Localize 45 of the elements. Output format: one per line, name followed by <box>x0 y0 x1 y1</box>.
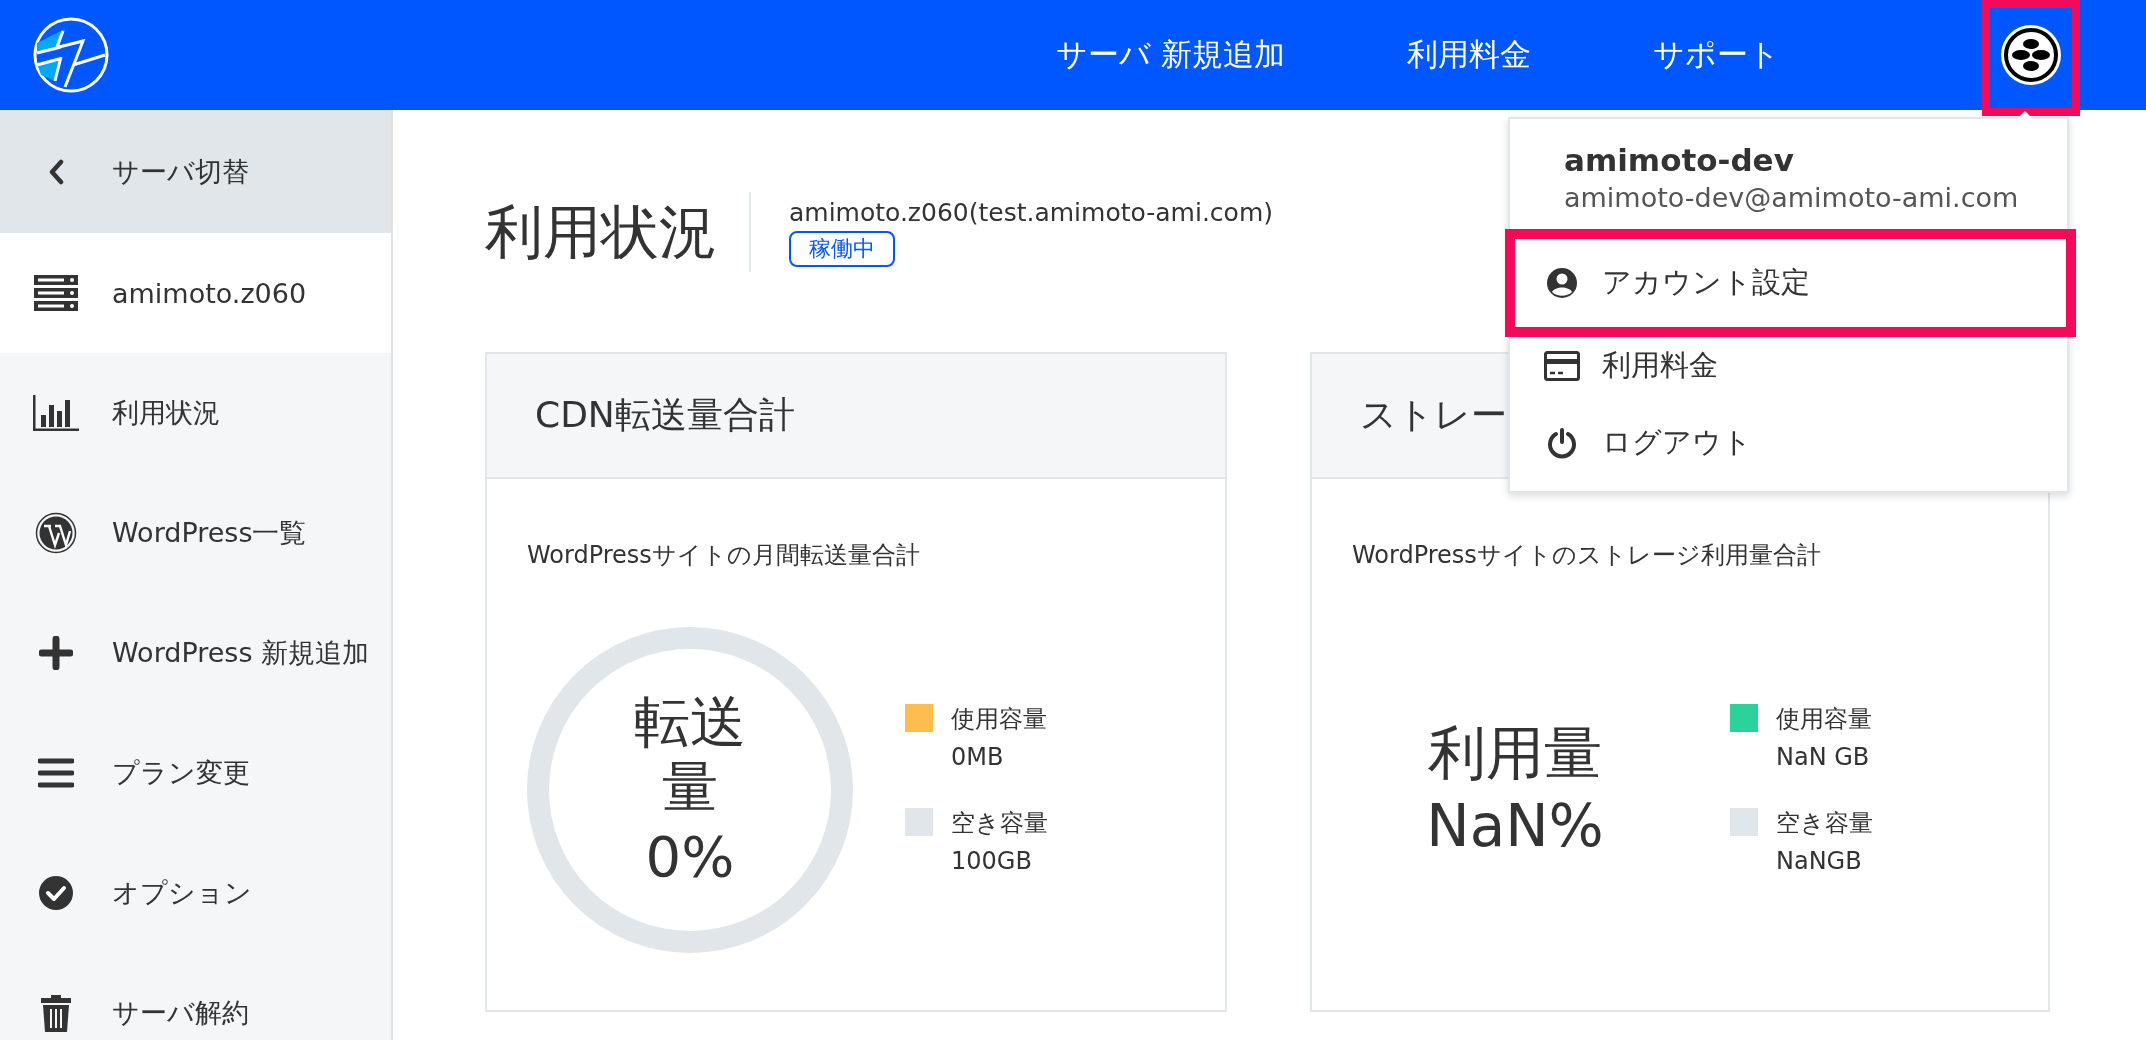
center-label: 転送量 <box>633 690 747 820</box>
legend-label: 使用容量 <box>951 704 1047 735</box>
legend-value: NaNGB <box>1776 846 1863 877</box>
legend-label: 空き容量 <box>951 808 1048 839</box>
center-value: 0% <box>645 825 735 890</box>
card-subtitle: WordPressサイトのストレージ利用量合計 <box>1352 540 1822 571</box>
sidebar-item[interactable]: 利用状況 <box>0 353 391 473</box>
status-badge: 稼働中 <box>789 230 895 267</box>
center-value: NaN% <box>1426 793 1604 860</box>
bar-chart-icon <box>33 395 79 431</box>
user-name: amimoto-dev <box>1564 141 1795 179</box>
sidebar-item[interactable]: サーバ解約 <box>0 953 391 1040</box>
server-switch-item[interactable]: サーバ切替 <box>0 110 391 233</box>
legend-label: 空き容量 <box>1776 808 1873 839</box>
sidebar-item[interactable]: オプション <box>0 833 391 953</box>
sidebar-item[interactable]: WordPress 新規追加 <box>0 593 391 713</box>
menu-item[interactable]: アカウント設定 <box>1510 229 2067 337</box>
avatar-icon <box>2000 24 2062 86</box>
user-email: amimoto-dev@amimoto-ami.com <box>1564 181 2020 215</box>
legend-label: 使用容量 <box>1776 704 1872 735</box>
sidebar-item[interactable]: WordPress一覧 <box>0 473 391 593</box>
server-name: amimoto.z060(test.amimoto-ami.com) <box>789 197 1273 227</box>
server-icon <box>34 275 78 311</box>
card-title: CDN転送量合計 <box>487 354 1225 479</box>
chevron-left-icon <box>47 158 65 185</box>
legend-value: 100GB <box>951 846 1033 877</box>
wordpress-icon <box>35 512 77 554</box>
user-circle-icon <box>1546 267 1578 299</box>
nav-link[interactable]: サポート <box>1653 34 1780 76</box>
page-title: 利用状況 <box>485 192 751 272</box>
sidebar-item[interactable]: プラン変更 <box>0 713 391 833</box>
credit-card-icon <box>1544 351 1580 381</box>
server-item[interactable]: amimoto.z060 <box>0 233 391 353</box>
legend-value: NaN GB <box>1776 742 1871 773</box>
logo[interactable] <box>33 17 109 93</box>
plus-icon <box>39 636 73 670</box>
nav-link[interactable]: 利用料金 <box>1407 34 1531 76</box>
power-icon <box>1546 427 1578 459</box>
legend-value: 0MB <box>951 742 1005 773</box>
check-circle-icon <box>38 875 74 911</box>
nav-link[interactable]: サーバ 新規追加 <box>1056 34 1285 76</box>
center-label: 利用量 <box>1428 720 1602 787</box>
menu-icon <box>38 758 74 788</box>
trash-icon <box>40 994 72 1032</box>
card-subtitle: WordPressサイトの月間転送量合計 <box>527 540 921 571</box>
